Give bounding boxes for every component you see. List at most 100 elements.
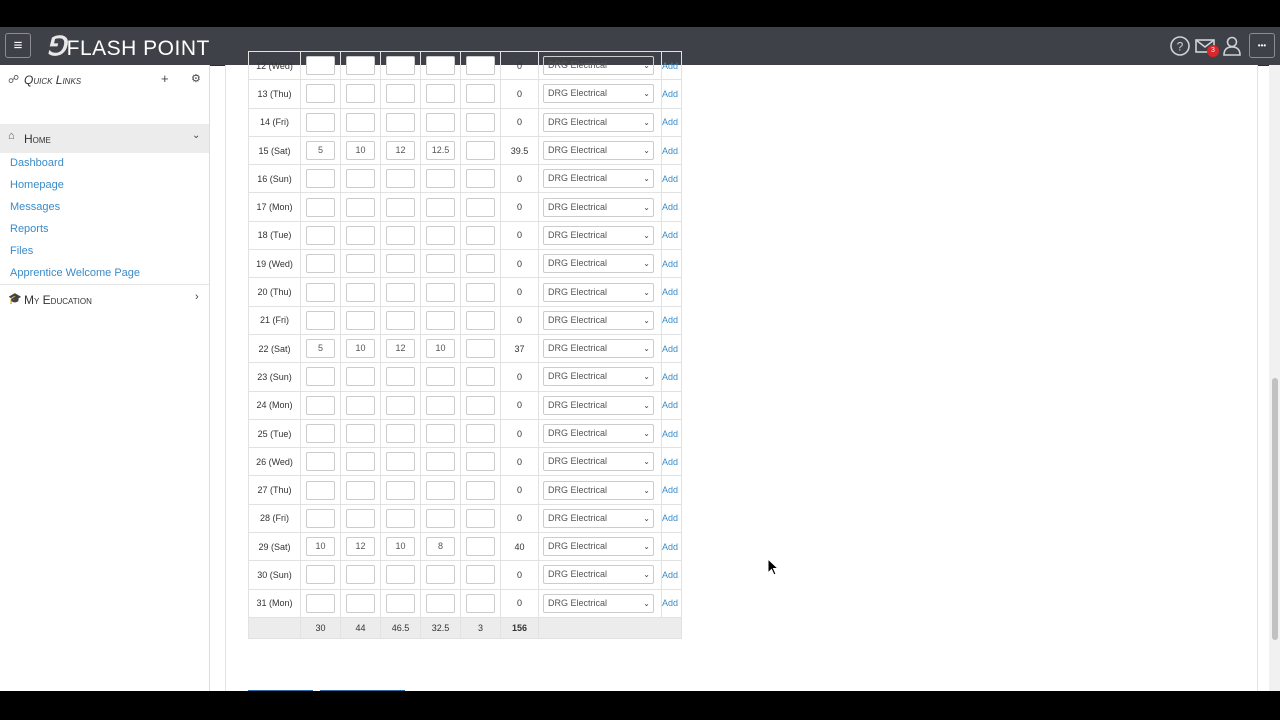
hours-input[interactable]	[426, 197, 455, 217]
hours-input[interactable]	[466, 424, 495, 443]
hours-input[interactable]	[386, 565, 415, 585]
sidebar-link-files[interactable]: Files	[10, 245, 33, 257]
gear-icon[interactable]: ⚙	[191, 72, 201, 85]
hours-input[interactable]: 10	[306, 537, 335, 557]
hours-input[interactable]: 10	[426, 339, 455, 359]
hours-input[interactable]	[346, 367, 375, 387]
add-link[interactable]: Add	[662, 429, 678, 439]
app-logo[interactable]: ⅁FLASH POINT	[46, 31, 210, 64]
hours-input[interactable]	[466, 452, 495, 472]
hours-input[interactable]	[426, 508, 455, 528]
employer-select[interactable]: DRG Electrical ⌄	[543, 225, 654, 245]
hours-input[interactable]	[386, 84, 415, 104]
employer-select[interactable]: DRG Electrical ⌄	[543, 480, 654, 500]
employer-select[interactable]: DRG Electrical ⌄	[543, 424, 654, 443]
hours-input[interactable]	[386, 197, 415, 217]
employer-select[interactable]: DRG Electrical ⌄	[543, 537, 654, 557]
sidebar-link-dashboard[interactable]: Dashboard	[10, 157, 64, 169]
employer-select[interactable]: DRG Electrical ⌄	[543, 169, 654, 189]
hours-input[interactable]	[306, 84, 335, 104]
hours-input[interactable]	[466, 395, 495, 415]
hours-input[interactable]	[386, 508, 415, 528]
hours-input[interactable]	[346, 424, 375, 443]
hours-input[interactable]	[466, 537, 495, 557]
hours-input[interactable]	[426, 310, 455, 330]
user-icon[interactable]	[1221, 35, 1243, 57]
hours-input[interactable]	[346, 480, 375, 500]
sidebar-item-home[interactable]: ⌂ Home ⌄	[0, 124, 209, 153]
hours-input[interactable]	[426, 84, 455, 104]
hours-input[interactable]	[426, 593, 455, 613]
hours-input[interactable]	[426, 480, 455, 500]
add-link[interactable]: Add	[662, 89, 678, 99]
hours-input[interactable]	[306, 225, 335, 245]
hours-input[interactable]	[346, 56, 375, 76]
add-link[interactable]: Add	[662, 315, 678, 325]
add-link[interactable]: Add	[662, 400, 678, 410]
hours-input[interactable]	[466, 593, 495, 613]
hours-input[interactable]	[466, 84, 495, 104]
hours-input[interactable]	[346, 84, 375, 104]
hours-input[interactable]	[346, 254, 375, 274]
hours-input[interactable]	[306, 310, 335, 330]
hours-input[interactable]	[306, 593, 335, 613]
hours-input[interactable]	[386, 254, 415, 274]
hours-input[interactable]	[306, 169, 335, 189]
hours-input[interactable]	[386, 282, 415, 302]
hours-input[interactable]	[426, 169, 455, 189]
hours-input[interactable]	[386, 169, 415, 189]
add-link[interactable]: Add	[662, 457, 678, 467]
add-link[interactable]: Add	[662, 513, 678, 523]
hamburger-icon[interactable]: ≡	[5, 33, 31, 58]
hours-input[interactable]	[466, 254, 495, 274]
employer-select[interactable]: DRG Electrical ⌄	[543, 310, 654, 330]
hours-input[interactable]	[466, 367, 495, 387]
hours-input[interactable]	[306, 452, 335, 472]
hours-input[interactable]	[426, 254, 455, 274]
add-link[interactable]: Add	[662, 202, 678, 212]
hours-input[interactable]	[466, 508, 495, 528]
chevron-down-icon[interactable]: ⌄	[192, 130, 200, 141]
hours-input[interactable]	[346, 197, 375, 217]
hours-input[interactable]	[386, 424, 415, 443]
hours-input[interactable]	[466, 197, 495, 217]
employer-select[interactable]: DRG Electrical ⌄	[543, 197, 654, 217]
hours-input[interactable]	[346, 593, 375, 613]
hours-input[interactable]	[306, 480, 335, 500]
hours-input[interactable]	[306, 197, 335, 217]
more-options-button[interactable]: •••	[1249, 33, 1275, 58]
hours-input[interactable]: 12	[386, 339, 415, 359]
hours-input[interactable]	[386, 593, 415, 613]
hours-input[interactable]: 10	[386, 537, 415, 557]
employer-select[interactable]: DRG Electrical ⌄	[543, 593, 654, 613]
hours-input[interactable]	[306, 565, 335, 585]
hours-input[interactable]	[386, 452, 415, 472]
hours-input[interactable]: 8	[426, 537, 455, 557]
employer-select[interactable]: DRG Electrical ⌄	[543, 282, 654, 302]
hours-input[interactable]	[386, 225, 415, 245]
hours-input[interactable]	[306, 395, 335, 415]
hours-input[interactable]: 5	[306, 339, 335, 359]
hours-input[interactable]	[426, 112, 455, 132]
hours-input[interactable]	[426, 367, 455, 387]
hours-input[interactable]	[346, 282, 375, 302]
add-link[interactable]: Add	[662, 61, 678, 71]
hours-input[interactable]	[466, 282, 495, 302]
employer-select[interactable]: DRG Electrical ⌄	[543, 565, 654, 585]
hours-input[interactable]	[426, 424, 455, 443]
hours-input[interactable]	[346, 225, 375, 245]
hours-input[interactable]	[466, 56, 495, 76]
employer-select[interactable]: DRG Electrical ⌄	[543, 112, 654, 132]
add-link[interactable]: Add	[662, 230, 678, 240]
hours-input[interactable]	[306, 282, 335, 302]
hours-input[interactable]	[386, 395, 415, 415]
add-link[interactable]: Add	[662, 570, 678, 580]
add-link[interactable]: Add	[662, 174, 678, 184]
hours-input[interactable]: 12.5	[426, 141, 455, 161]
employer-select[interactable]: DRG Electrical ⌄	[543, 56, 654, 76]
secondary-button-edge[interactable]	[320, 690, 405, 691]
hours-input[interactable]	[426, 225, 455, 245]
sidebar-link-apprentice-welcome[interactable]: Apprentice Welcome Page	[10, 267, 140, 279]
hours-input[interactable]	[306, 56, 335, 76]
add-link[interactable]: Add	[662, 542, 678, 552]
